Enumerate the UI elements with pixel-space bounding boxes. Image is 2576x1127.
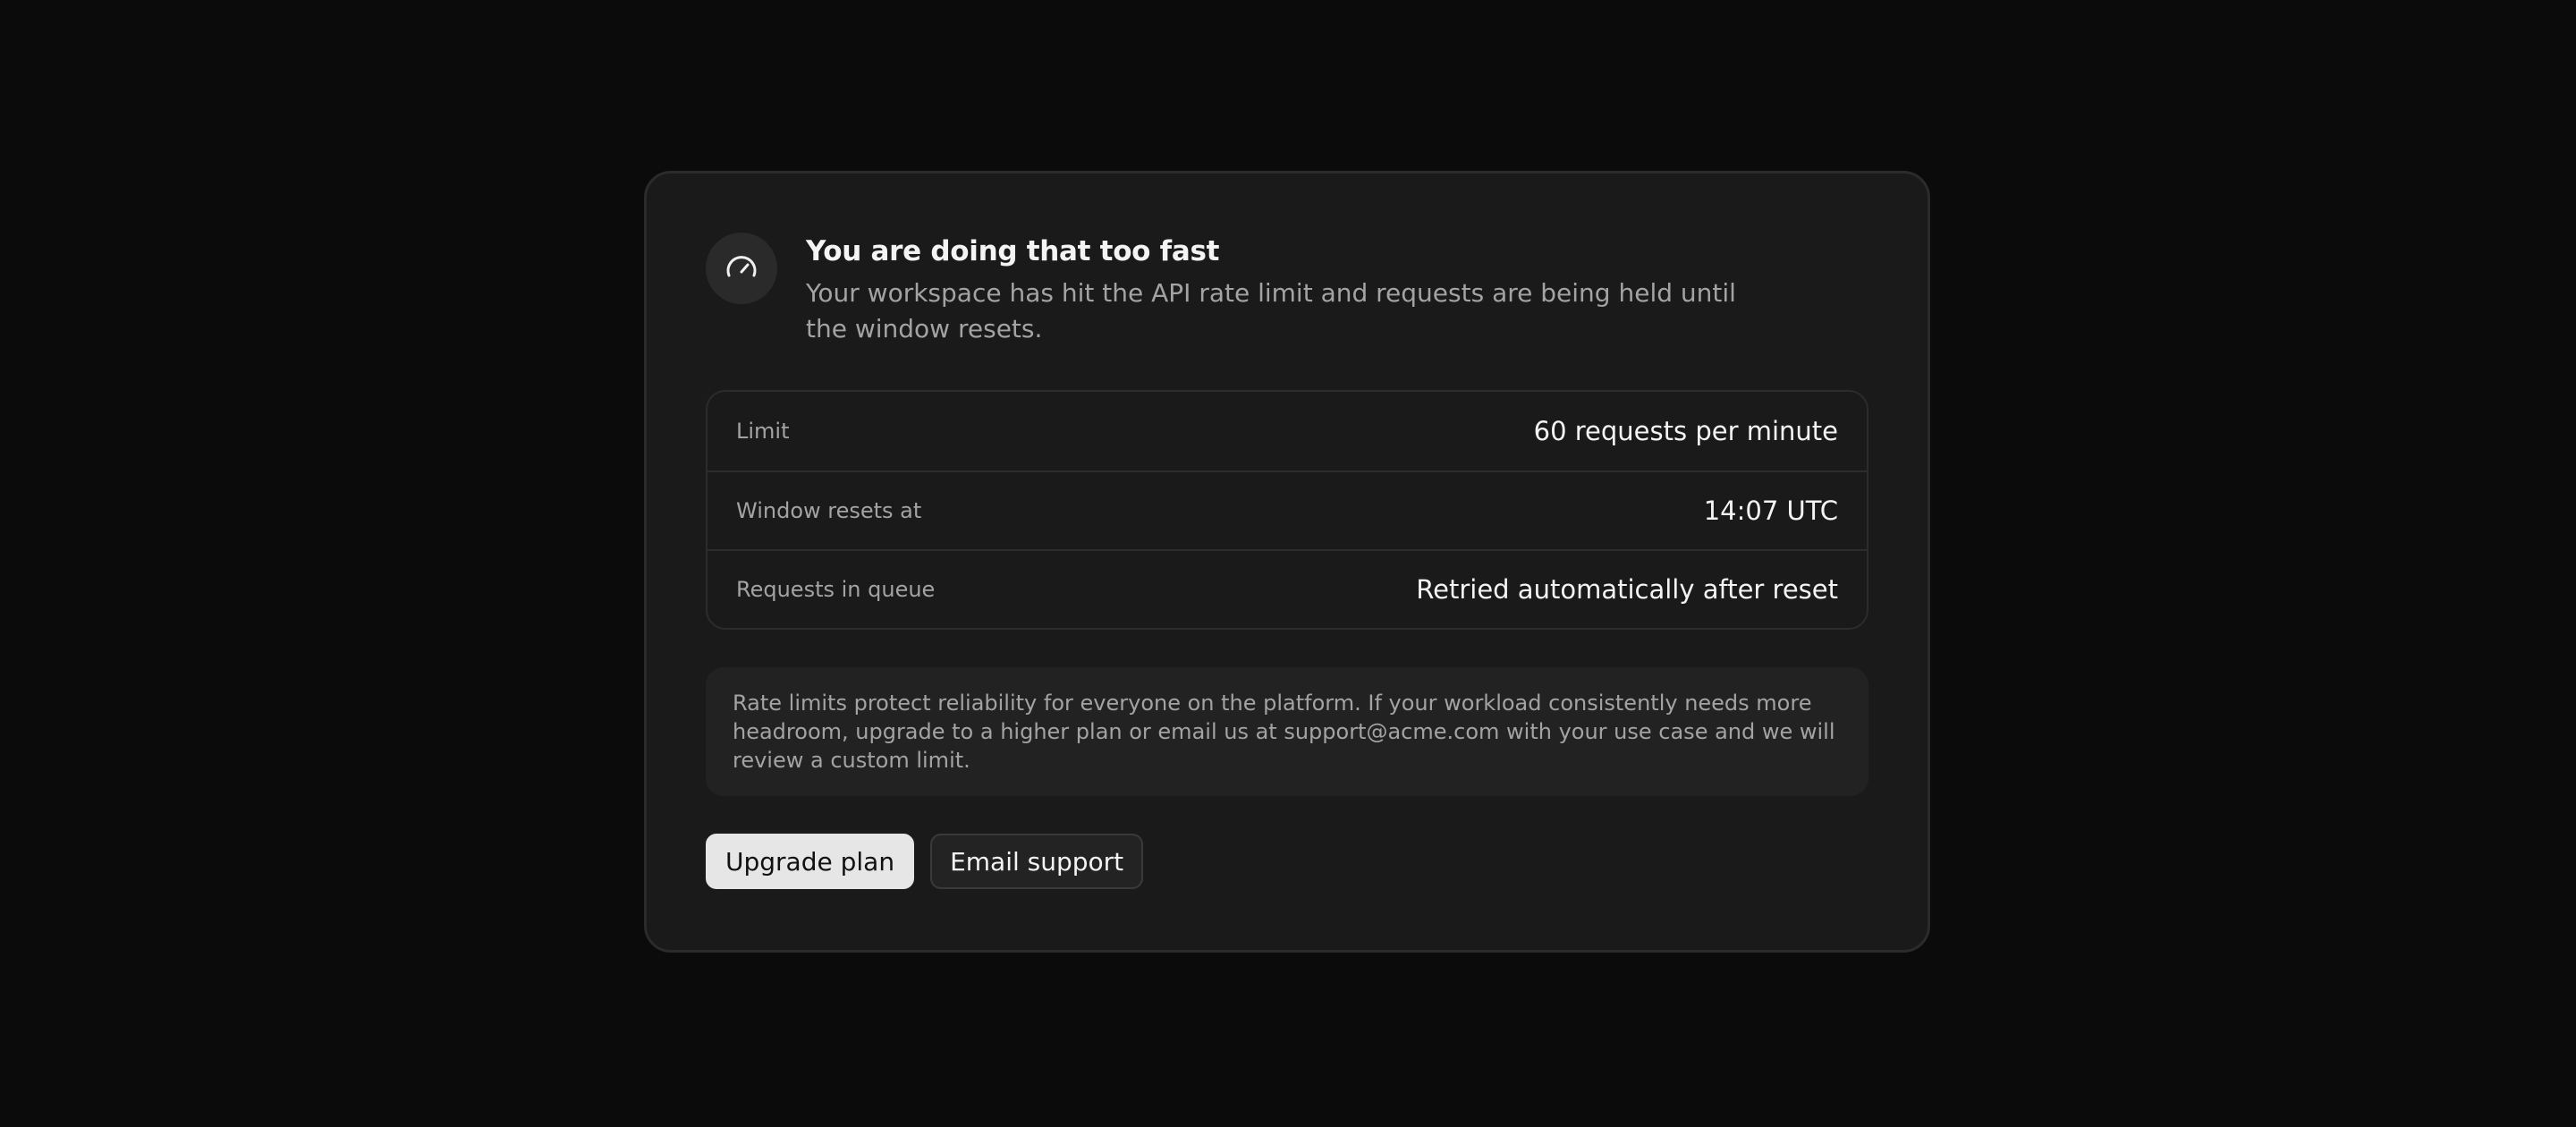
detail-value: 60 requests per minute [1533, 416, 1838, 446]
detail-label: Requests in queue [736, 577, 936, 602]
detail-row-window-reset: Window resets at 14:07 UTC [708, 470, 1867, 549]
gauge-icon [706, 233, 777, 304]
dialog-actions: Upgrade plan Email support [706, 834, 1868, 889]
dialog-title: You are doing that too fast [806, 235, 1220, 267]
header-text: You are doing that too fast Your workspa… [806, 231, 1736, 347]
detail-row-queue: Requests in queue Retried automatically … [708, 549, 1867, 628]
detail-label: Limit [736, 419, 790, 444]
detail-row-limit: Limit 60 requests per minute [708, 392, 1867, 470]
detail-value: 14:07 UTC [1703, 496, 1838, 526]
page: You are doing that too fast Your workspa… [0, 0, 2576, 1127]
rate-limit-notice: Rate limits protect reliability for ever… [706, 667, 1868, 796]
rate-limit-dialog: You are doing that too fast Your workspa… [644, 171, 1930, 953]
email-support-button[interactable]: Email support [930, 834, 1144, 889]
rate-limit-details: Limit 60 requests per minute Window rese… [706, 390, 1868, 630]
detail-label: Window resets at [736, 498, 922, 523]
dialog-description: Your workspace has hit the API rate limi… [806, 278, 1736, 343]
detail-value: Retried automatically after reset [1416, 574, 1838, 605]
upgrade-plan-button[interactable]: Upgrade plan [706, 834, 915, 889]
dialog-header: You are doing that too fast Your workspa… [706, 233, 1868, 347]
